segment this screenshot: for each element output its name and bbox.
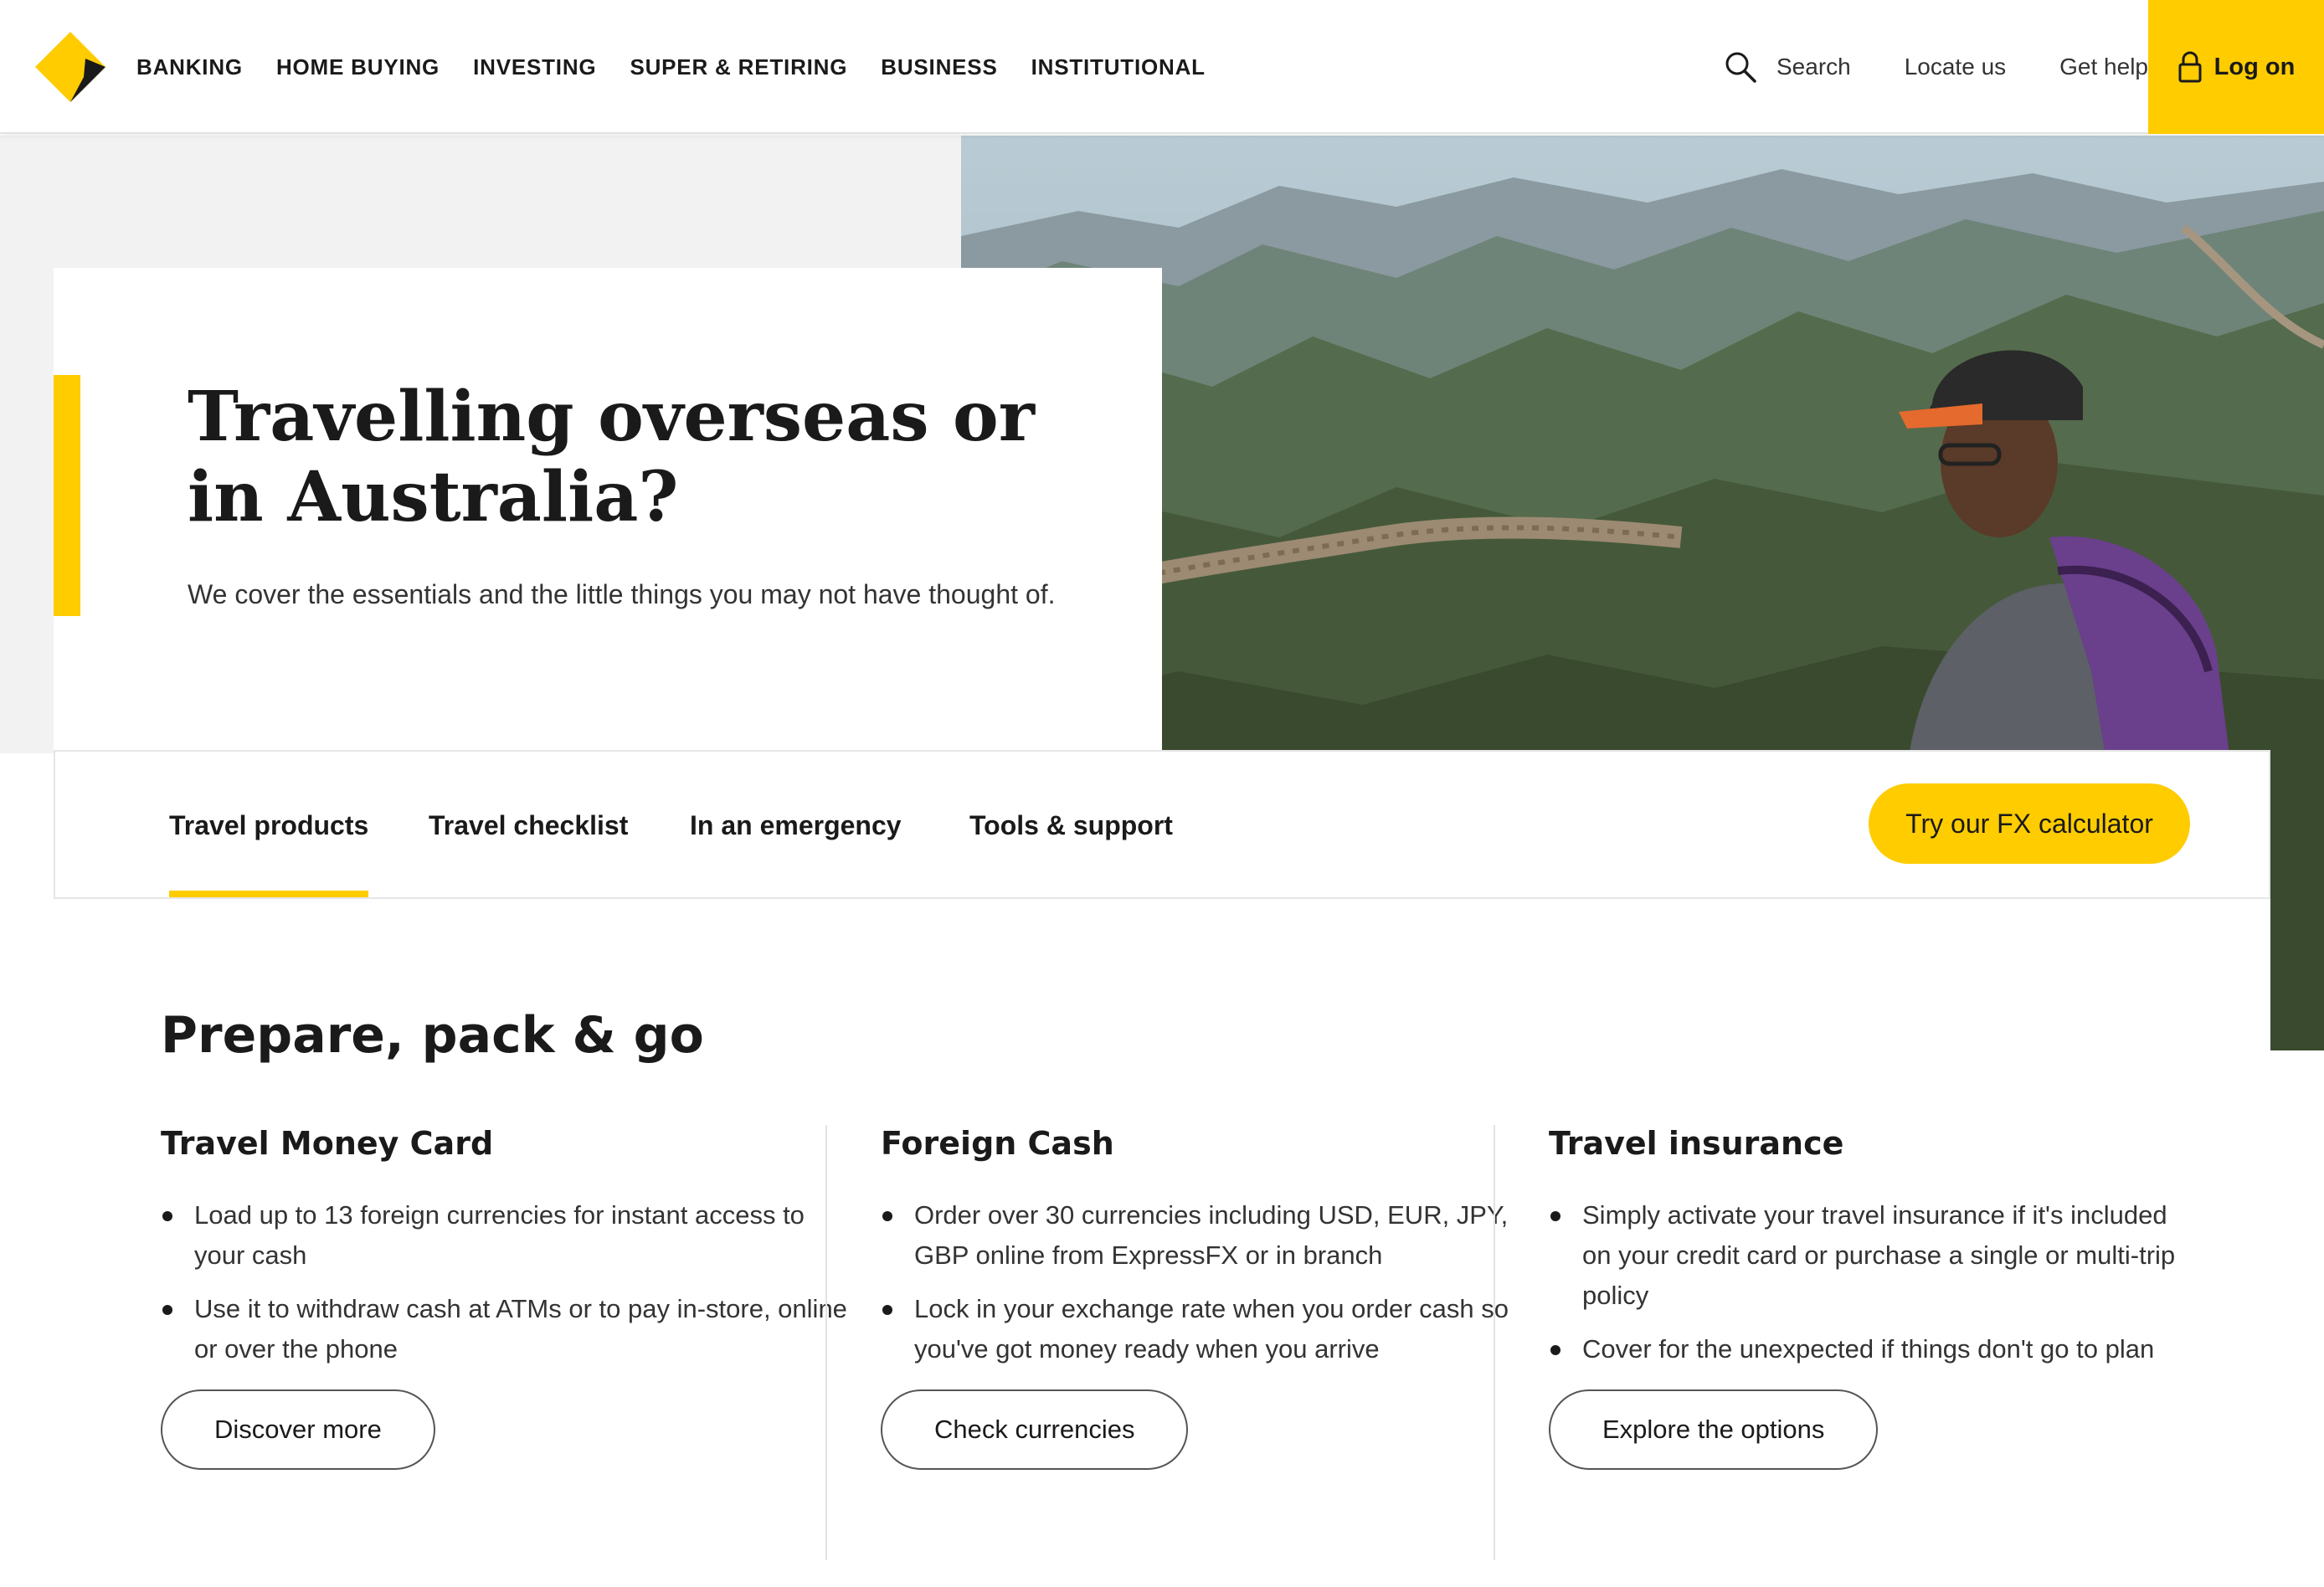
search-label: Search <box>1776 54 1851 80</box>
list-item: Load up to 13 foreign currencies for ins… <box>161 1195 847 1276</box>
list-item: Use it to withdraw cash at ATMs or to pa… <box>161 1289 847 1369</box>
explore-options-button[interactable]: Explore the options <box>1549 1389 1879 1470</box>
column-title: Travel Money Card <box>161 1125 494 1162</box>
utility-nav: Search Locate us Get help <box>1725 0 2148 134</box>
tab-in-an-emergency[interactable]: In an emergency <box>690 752 902 899</box>
hero-subtitle: We cover the essentials and the little t… <box>188 579 1056 609</box>
nav-business[interactable]: BUSINESS <box>881 54 997 80</box>
list-item: Cover for the unexpected if things don't… <box>1549 1329 2185 1369</box>
fx-calculator-button[interactable]: Try our FX calculator <box>1869 783 2190 864</box>
foreign-cash-column: Foreign Cash Order over 30 currencies in… <box>881 1125 1517 1470</box>
commbank-logo[interactable] <box>35 32 105 102</box>
nav-super-retiring[interactable]: SUPER & RETIRING <box>630 54 847 80</box>
nav-investing[interactable]: INVESTING <box>473 54 596 80</box>
nav-banking[interactable]: BANKING <box>136 54 243 80</box>
search-icon <box>1725 52 1756 83</box>
list-item: Lock in your exchange rate when you orde… <box>881 1289 1517 1369</box>
nav-institutional[interactable]: INSTITUTIONAL <box>1031 54 1206 80</box>
log-on-button[interactable]: Log on <box>2148 0 2324 134</box>
discover-more-button[interactable]: Discover more <box>161 1389 435 1470</box>
hero-card: Travelling overseas or in Australia? We … <box>54 268 1162 750</box>
column-title: Travel insurance <box>1549 1125 1844 1162</box>
travel-products-panel: Travel products Travel checklist In an e… <box>54 750 2270 1587</box>
section-title: Prepare, pack & go <box>161 1006 704 1065</box>
bullet-list: Load up to 13 foreign currencies for ins… <box>161 1195 847 1369</box>
hero-accent-bar <box>54 375 80 616</box>
log-on-label: Log on <box>2213 53 2296 80</box>
travel-money-card-column: Travel Money Card Load up to 13 foreign … <box>161 1125 847 1470</box>
travel-insurance-column: Travel insurance Simply activate your tr… <box>1549 1125 2185 1470</box>
lock-icon <box>2178 51 2202 83</box>
tab-travel-products[interactable]: Travel products <box>169 752 369 899</box>
locate-us-label: Locate us <box>1904 54 2007 80</box>
locate-us-link[interactable]: Locate us <box>1905 54 2006 80</box>
tab-tools-support[interactable]: Tools & support <box>969 752 1173 899</box>
tab-bar: Travel products Travel checklist In an e… <box>54 750 2270 899</box>
column-title: Foreign Cash <box>881 1125 1114 1162</box>
list-item: Simply activate your travel insurance if… <box>1549 1195 2185 1316</box>
list-item: Order over 30 currencies including USD, … <box>881 1195 1517 1276</box>
site-header: BANKING HOME BUYING INVESTING SUPER & RE… <box>0 0 2324 134</box>
column-divider <box>825 1125 827 1560</box>
nav-home-buying[interactable]: HOME BUYING <box>276 54 440 80</box>
bullet-list: Simply activate your travel insurance if… <box>1549 1195 2185 1369</box>
hero-title: Travelling overseas or in Australia? <box>188 377 1035 537</box>
get-help-link[interactable]: Get help <box>2059 54 2148 80</box>
get-help-label: Get help <box>2059 54 2148 80</box>
column-divider <box>1494 1125 1495 1560</box>
bullet-list: Order over 30 currencies including USD, … <box>881 1195 1517 1369</box>
check-currencies-button[interactable]: Check currencies <box>881 1389 1189 1470</box>
tab-travel-checklist[interactable]: Travel checklist <box>429 752 628 899</box>
search-button[interactable]: Search <box>1725 51 1851 83</box>
main-nav: BANKING HOME BUYING INVESTING SUPER & RE… <box>136 0 1206 134</box>
